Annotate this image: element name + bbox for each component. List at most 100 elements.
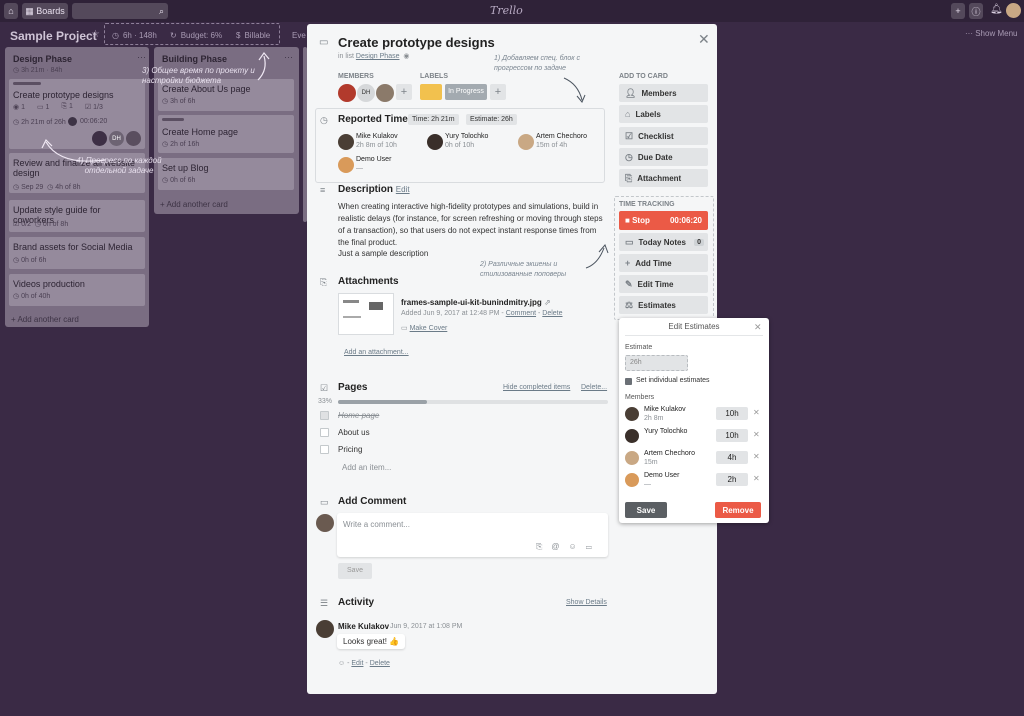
label-in-progress[interactable]: In Progress <box>445 84 487 100</box>
edit-time-button[interactable]: ✎ Edit Time <box>619 275 708 293</box>
add-item-link[interactable]: Add an item... <box>342 463 391 472</box>
search-input[interactable]: ⌕ <box>72 3 168 19</box>
add-icon[interactable]: + <box>951 3 965 19</box>
billable-chip[interactable]: $ Billable <box>236 26 270 44</box>
add-time-button[interactable]: + Add Time <box>619 254 708 272</box>
comment-save-button[interactable]: Save <box>338 563 372 579</box>
paperclip-icon: ⎘ <box>625 172 633 183</box>
make-cover-link[interactable]: ▭ Make Cover <box>401 324 447 332</box>
label-yellow[interactable] <box>420 84 442 100</box>
annotation-arrow-3 <box>257 52 270 81</box>
checklist-item[interactable]: About us <box>338 427 370 439</box>
plus-icon: + <box>625 258 631 268</box>
reporter-name: Mike Kulakov <box>356 133 398 140</box>
add-card-button[interactable]: + Add another card <box>11 315 79 324</box>
checklist-percent: 33% <box>318 398 333 405</box>
edit-description-link[interactable]: Edit <box>396 185 410 194</box>
card-title[interactable]: Create prototype designs <box>338 35 495 50</box>
boards-button[interactable]: ▦ Boards <box>22 3 68 19</box>
checklist-item[interactable]: Home page <box>338 410 379 422</box>
remove-icon[interactable]: ✕ <box>753 408 760 417</box>
list-menu-icon[interactable]: ··· <box>284 52 293 62</box>
budget-chip[interactable]: ↻ Budget: 6% <box>170 26 222 44</box>
user-avatar[interactable] <box>1006 3 1021 18</box>
member-estimate-input[interactable]: 10h <box>716 429 748 442</box>
comment-icon: ▭ <box>320 497 329 507</box>
card-due: ◷ Sep 29 ◷ 4h of 8h <box>13 184 81 191</box>
estimate-label: Estimate <box>625 344 653 351</box>
close-icon[interactable]: ✕ <box>698 31 710 48</box>
checklist-icon: ☑ <box>320 383 329 393</box>
checklist-item[interactable]: Pricing <box>338 444 362 456</box>
play-icon[interactable] <box>68 117 77 126</box>
notifications-icon[interactable]: 🔔︎ <box>990 4 1003 15</box>
search-icon: ⌕ <box>158 5 164 16</box>
member-avatar[interactable]: DH <box>357 84 375 102</box>
remove-estimates-button[interactable]: Remove <box>715 502 761 518</box>
add-to-card-label: ADD TO CARD <box>619 73 668 80</box>
labels-button[interactable]: ⌂ Labels <box>619 105 708 123</box>
total-time-chip[interactable]: ◷ 6h · 148h <box>112 26 157 44</box>
budget-icon: ↻ <box>170 30 177 40</box>
list-title[interactable]: Design Phase <box>13 54 72 64</box>
add-member-icon[interactable]: + <box>396 84 412 100</box>
today-notes-button[interactable]: ▭ Today Notes 0 <box>619 233 708 251</box>
members-button[interactable]: 👤︎ Members <box>619 84 708 102</box>
save-estimates-button[interactable]: Save <box>625 502 667 518</box>
member-estimate-input[interactable]: 2h <box>716 473 748 486</box>
delete-link[interactable]: Delete <box>542 310 562 317</box>
show-menu-link[interactable]: ··· Show Menu <box>965 29 1017 38</box>
delete-checklist-link[interactable]: Delete... <box>581 384 607 391</box>
due-date-button[interactable]: ◷ Due Date <box>619 148 708 166</box>
checklist-button[interactable]: ☑ Checklist <box>619 127 708 145</box>
reaction-icon: ☺ <box>338 660 346 667</box>
individual-estimates-label: Set individual estimates <box>636 377 710 384</box>
estimates-button[interactable]: ⚖ Estimates <box>619 296 708 314</box>
estimate-input[interactable]: 26h <box>625 355 688 371</box>
checkbox-checked[interactable] <box>625 378 632 385</box>
attachment-filename[interactable]: frames-sample-ui-kit-bunindmitry.jpg ⇗ <box>401 298 551 307</box>
attachment-button[interactable]: ⎘ Attachment <box>619 169 708 187</box>
comment-link[interactable]: Comment <box>506 310 536 317</box>
board-title[interactable]: Sample Project <box>10 29 97 43</box>
avatar <box>625 451 639 465</box>
show-details-link[interactable]: Show Details <box>566 599 607 606</box>
member-avatar[interactable] <box>338 84 356 102</box>
annotation-2: 2) Различные экшены и стилизованные попо… <box>480 261 567 278</box>
list-menu-icon[interactable]: ··· <box>137 52 146 62</box>
member-estimate-input[interactable]: 10h <box>716 407 748 420</box>
ellipsis-icon: ··· <box>965 29 976 38</box>
add-attachment-link[interactable]: Add an attachment... <box>344 349 409 356</box>
avatar <box>316 514 334 532</box>
list-title[interactable]: Building Phase <box>162 54 227 64</box>
note-icon: ▭ <box>625 236 634 247</box>
checkbox[interactable] <box>320 445 329 454</box>
board-tab-partial[interactable]: Eve <box>292 26 306 44</box>
remove-icon[interactable]: ✕ <box>753 430 760 439</box>
checklist-icon: ☑ <box>625 130 634 141</box>
member-estimate-input[interactable]: 4h <box>716 451 748 464</box>
card-time: ◷ 0h of 6h <box>13 257 47 264</box>
popover-close-icon[interactable]: ✕ <box>754 322 762 333</box>
star-icon[interactable]: ☆ <box>91 29 100 40</box>
info-icon[interactable]: ⓘ <box>969 3 983 19</box>
hide-completed-link[interactable]: Hide completed items <box>503 384 570 391</box>
checkbox-checked[interactable] <box>320 411 329 420</box>
estimate-icon: ⚖ <box>625 299 634 310</box>
add-card-button[interactable]: + Add another card <box>160 200 228 209</box>
checkbox[interactable] <box>320 428 329 437</box>
add-label-icon[interactable]: + <box>490 84 506 100</box>
member-avatar[interactable] <box>376 84 394 102</box>
reporter-name: Demo User <box>356 156 392 163</box>
remove-icon[interactable]: ✕ <box>753 452 760 461</box>
app-logo: Trello <box>490 4 523 17</box>
list-link[interactable]: Design Phase <box>356 53 400 60</box>
delete-comment-link[interactable]: Delete <box>370 660 390 667</box>
reporter-time: 0h of 10h <box>445 142 475 149</box>
edit-comment-link[interactable]: Edit <box>351 660 363 667</box>
stop-timer-button[interactable]: ■ Stop 00:06:20 <box>619 211 708 230</box>
remove-icon[interactable]: ✕ <box>753 474 760 483</box>
attachment-thumbnail[interactable] <box>338 293 394 335</box>
member-avatar <box>126 131 141 146</box>
home-icon[interactable]: ⌂ <box>4 3 18 19</box>
